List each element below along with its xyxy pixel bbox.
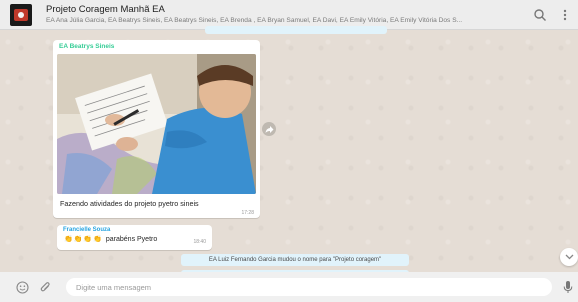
group-avatar[interactable] xyxy=(10,3,32,26)
message-sender: Francielle Souza xyxy=(63,227,111,233)
message-sender: EA Beatrys Sineis xyxy=(59,43,115,50)
kebab-menu-icon[interactable] xyxy=(558,8,572,22)
chevron-down-icon xyxy=(565,254,573,260)
chat-messages-area[interactable]: EA Beatrys Sineis Fazendo atividades do … xyxy=(0,26,578,278)
chat-title: Projeto Coragem Manhã EA xyxy=(46,3,165,15)
message-time: 17:28 xyxy=(241,210,254,216)
message-caption: Fazendo atividades do projeto pyetro sin… xyxy=(60,199,199,208)
message-input[interactable] xyxy=(66,278,552,296)
system-message: EA Luiz Fernando Garcia mudou o nome par… xyxy=(181,254,409,266)
image-message-bubble[interactable]: EA Beatrys Sineis Fazendo atividades do … xyxy=(53,40,260,218)
message-text-row: 👏👏👏👏 parabéns Pyetro xyxy=(64,235,157,243)
clapping-hands-emoji: 👏👏👏👏 xyxy=(64,236,103,243)
forward-button[interactable] xyxy=(262,122,276,136)
paperclip-icon[interactable] xyxy=(39,281,52,294)
emoji-icon[interactable] xyxy=(16,281,29,294)
forward-icon xyxy=(265,125,273,133)
chat-members: EA Ana Júlia Garcia, EA Beatrys Sineis, … xyxy=(46,16,463,24)
system-message-partial xyxy=(205,26,387,34)
whatsapp-web-window: Projeto Coragem Manhã EA EA Ana Júlia Ga… xyxy=(0,0,578,302)
message-text: parabéns Pyetro xyxy=(105,236,158,243)
message-photo[interactable] xyxy=(57,54,256,194)
message-time: 18:40 xyxy=(193,239,206,245)
message-composer xyxy=(0,272,578,302)
search-icon[interactable] xyxy=(533,8,547,22)
scroll-down-button[interactable] xyxy=(560,248,578,266)
chat-title-block[interactable]: Projeto Coragem Manhã EA EA Ana Júlia Ga… xyxy=(46,4,514,26)
microphone-icon[interactable] xyxy=(563,280,573,294)
text-message-bubble[interactable]: Francielle Souza 👏👏👏👏 parabéns Pyetro 18:… xyxy=(57,225,212,250)
